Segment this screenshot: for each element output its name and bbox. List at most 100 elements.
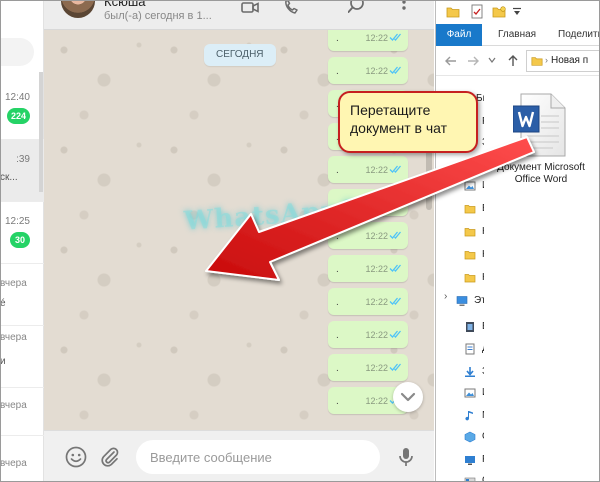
chat-search-box[interactable] [0,38,34,66]
message-text: . [336,396,339,407]
nav-item[interactable]: Ра [456,451,484,469]
tab-share[interactable]: Поделить [552,24,600,46]
nav-item-label: Это [474,295,484,306]
chat-list-item[interactable]: 12:40 224 [0,78,44,140]
message-time: 12:22 [365,396,388,406]
message-text: . [336,330,339,341]
message-time: 12:22 [365,330,388,340]
folder-icon [531,57,543,66]
tab-home[interactable]: Главная [492,24,542,46]
new-folder-icon[interactable] [492,5,506,19]
outgoing-message[interactable]: . 12:22 [328,288,408,315]
file-name-label: Документ Microsoft Office Word [497,162,585,185]
read-receipt-icon [389,231,401,239]
outgoing-message[interactable]: . 12:22 [328,354,408,381]
nav-item[interactable]: Об [456,428,484,446]
chat-snippet: и [0,356,6,367]
customize-toolbar-icon[interactable] [512,7,522,17]
downloads-icon [465,367,475,377]
nav-item-label: Ка [482,223,484,241]
nav-item-label: Об [482,428,484,446]
nav-item[interactable]: За [456,363,484,381]
search-icon[interactable] [348,0,368,20]
folder-icon [464,274,476,283]
nav-item-label: Ра [482,113,484,131]
outgoing-message[interactable]: . 12:22 [328,156,408,183]
emoji-icon[interactable] [64,445,88,469]
chat-list-item[interactable]: вчера и [0,326,44,388]
chat-list-item[interactable]: 12:25 30 [0,202,44,264]
nav-item-label: Вс [482,200,484,218]
nav-item[interactable]: Ви [456,318,484,336]
callout-text: Перетащите документ в чат [350,102,448,136]
chat-list-item[interactable]: вчера [0,388,44,436]
nav-item-label: Из [482,177,484,195]
3d-objects-icon [464,431,476,443]
nav-item[interactable]: До [456,340,484,358]
avatar[interactable] [61,0,95,18]
menu-icon[interactable] [394,0,414,20]
chat-list-scrollbar[interactable] [39,72,43,192]
chat-day: вчера [0,458,27,469]
read-receipt-icon [389,198,401,206]
nav-item[interactable]: М [456,407,484,425]
message-input[interactable] [136,440,380,474]
breadcrumb-separator-icon: › [545,55,548,65]
folder-icon [464,205,476,214]
outgoing-message[interactable]: . 12:22 [328,321,408,348]
chat-snippet: é [0,298,6,309]
message-text: . [336,231,339,242]
last-seen-status: был(-а) сегодня в 1... [104,10,212,22]
forward-arrow-icon[interactable] [466,54,480,68]
nav-item[interactable]: Вс [456,200,484,218]
microphone-icon[interactable] [394,445,418,469]
nav-item-label: Ра [482,451,484,469]
read-receipt-icon [389,66,401,74]
nav-item[interactable]: Из [456,384,484,402]
attach-icon[interactable] [98,445,122,469]
outgoing-message[interactable]: . 12:22 [328,30,408,51]
images-icon [464,388,476,398]
chat-list-item[interactable]: вчера é [0,264,44,326]
nav-item[interactable]: Ка [456,269,484,287]
outgoing-message[interactable]: . 12:22 [328,57,408,84]
chat-day: вчера [0,400,27,411]
chat-snippet: ск... [0,172,18,183]
nav-item[interactable]: Это [442,292,484,310]
nav-item-label: Ка [482,269,484,287]
chat-list-item[interactable]: вчера [0,436,44,482]
chat-pane[interactable]: СЕГОДНЯ . 12:22. 12:22. 12:22. 12:22. 12:22. 1… [44,30,434,430]
expand-chevron-icon[interactable]: › [444,291,447,302]
word-document-file[interactable]: Документ Microsoft Office Word [496,92,596,212]
folder-icon [464,251,476,260]
nav-item[interactable]: Ка [456,223,484,241]
chat-time: 12:25 [4,216,30,227]
chat-day: вчера [0,278,27,289]
read-receipt-icon [389,33,401,41]
ribbon-tabs: Файл Главная Поделить [436,24,600,46]
tab-file[interactable]: Файл [436,24,482,46]
up-arrow-icon[interactable] [506,54,520,68]
back-arrow-icon[interactable] [444,54,458,68]
folder-icon[interactable] [446,5,460,19]
outgoing-message[interactable]: . 12:22 [328,255,408,282]
instruction-callout: Перетащите документ в чат [338,91,478,153]
chat-list-panel: 12:40 224 :39 ск... 12:25 30 вчера é вче… [0,0,44,482]
nav-item[interactable]: OS [456,472,484,482]
chat-day: вчера [0,332,27,343]
message-time: 12:22 [365,165,388,175]
contact-name[interactable]: Ксюша [104,0,145,9]
chat-list-item-selected[interactable]: :39 ск... [0,140,44,202]
date-divider: СЕГОДНЯ [204,44,276,66]
nav-item[interactable]: Ка [456,246,484,264]
scroll-down-button[interactable] [393,382,423,412]
nav-item[interactable]: Из [456,177,484,195]
properties-icon[interactable] [470,4,484,19]
video-call-icon[interactable] [240,0,260,20]
address-field[interactable]: › Новая п [526,50,600,72]
chat-scrollbar[interactable] [426,150,432,210]
word-document-icon [513,93,566,157]
voice-call-icon[interactable] [282,0,302,20]
outgoing-message[interactable]: . 12:22 [328,222,408,249]
recent-locations-icon[interactable] [488,56,496,64]
